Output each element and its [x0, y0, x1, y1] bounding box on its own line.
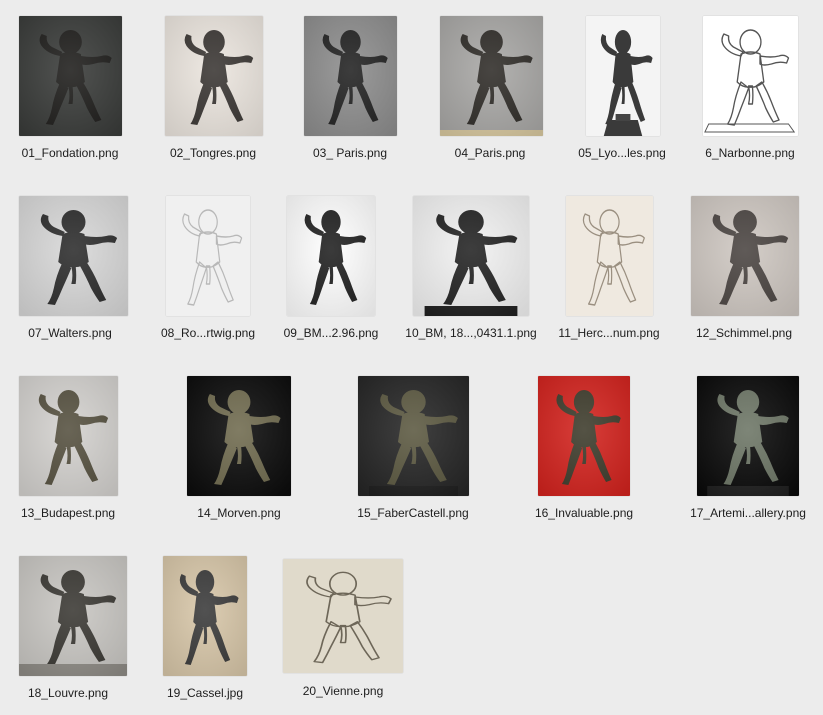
file-name-label[interactable]: 15_FaberCastell.png [347, 506, 479, 521]
file-thumbnail[interactable] [19, 556, 127, 676]
file-thumbnail[interactable] [187, 376, 291, 496]
file-thumbnail[interactable] [19, 196, 128, 316]
file-thumbnail[interactable] [697, 376, 799, 496]
file-thumbnail[interactable] [19, 376, 118, 496]
file-name-label[interactable]: 07_Walters.png [4, 326, 136, 341]
file-thumbnail[interactable] [283, 559, 403, 673]
file-name-label[interactable]: 6_Narbonne.png [684, 146, 816, 161]
file-thumbnail[interactable] [703, 16, 798, 136]
file-name-label[interactable]: 05_Lyo...les.png [556, 146, 688, 161]
file-name-label[interactable]: 20_Vienne.png [277, 684, 409, 699]
file-name-label[interactable]: 01_Fondation.png [4, 146, 136, 161]
file-name-label[interactable]: 14_Morven.png [173, 506, 305, 521]
file-thumbnail[interactable] [358, 376, 469, 496]
file-thumbnail[interactable] [165, 16, 263, 136]
file-name-label[interactable]: 16_Invaluable.png [518, 506, 650, 521]
file-thumbnail[interactable] [538, 376, 630, 496]
file-name-label[interactable]: 10_BM, 18...,0431.1.png [405, 326, 537, 341]
file-thumbnail[interactable] [691, 196, 799, 316]
file-name-label[interactable]: 13_Budapest.png [2, 506, 134, 521]
file-thumbnail[interactable] [586, 16, 660, 136]
file-thumbnail[interactable] [19, 16, 122, 136]
file-name-label[interactable]: 02_Tongres.png [147, 146, 279, 161]
file-name-label[interactable]: 12_Schimmel.png [678, 326, 810, 341]
file-name-label[interactable]: 09_BM...2.96.png [265, 326, 397, 341]
file-name-label[interactable]: 11_Herc...num.png [543, 326, 675, 341]
file-name-label[interactable]: 03_ Paris.png [284, 146, 416, 161]
file-thumbnail[interactable] [413, 196, 529, 316]
file-name-label[interactable]: 18_Louvre.png [2, 686, 134, 701]
file-thumbnail[interactable] [163, 556, 247, 676]
file-thumbnail[interactable] [304, 16, 397, 136]
file-name-label[interactable]: 04_Paris.png [424, 146, 556, 161]
file-name-label[interactable]: 08_Ro...rtwig.png [142, 326, 274, 341]
file-name-label[interactable]: 17_Artemi...allery.png [682, 506, 814, 521]
file-name-label[interactable]: 19_Cassel.jpg [139, 686, 271, 701]
file-grid: 01_Fondation.png 02_Tongres.png 03_ Pari… [0, 0, 823, 715]
file-thumbnail[interactable] [287, 196, 375, 316]
file-thumbnail[interactable] [566, 196, 653, 316]
file-thumbnail[interactable] [166, 196, 250, 316]
file-thumbnail[interactable] [440, 16, 543, 136]
